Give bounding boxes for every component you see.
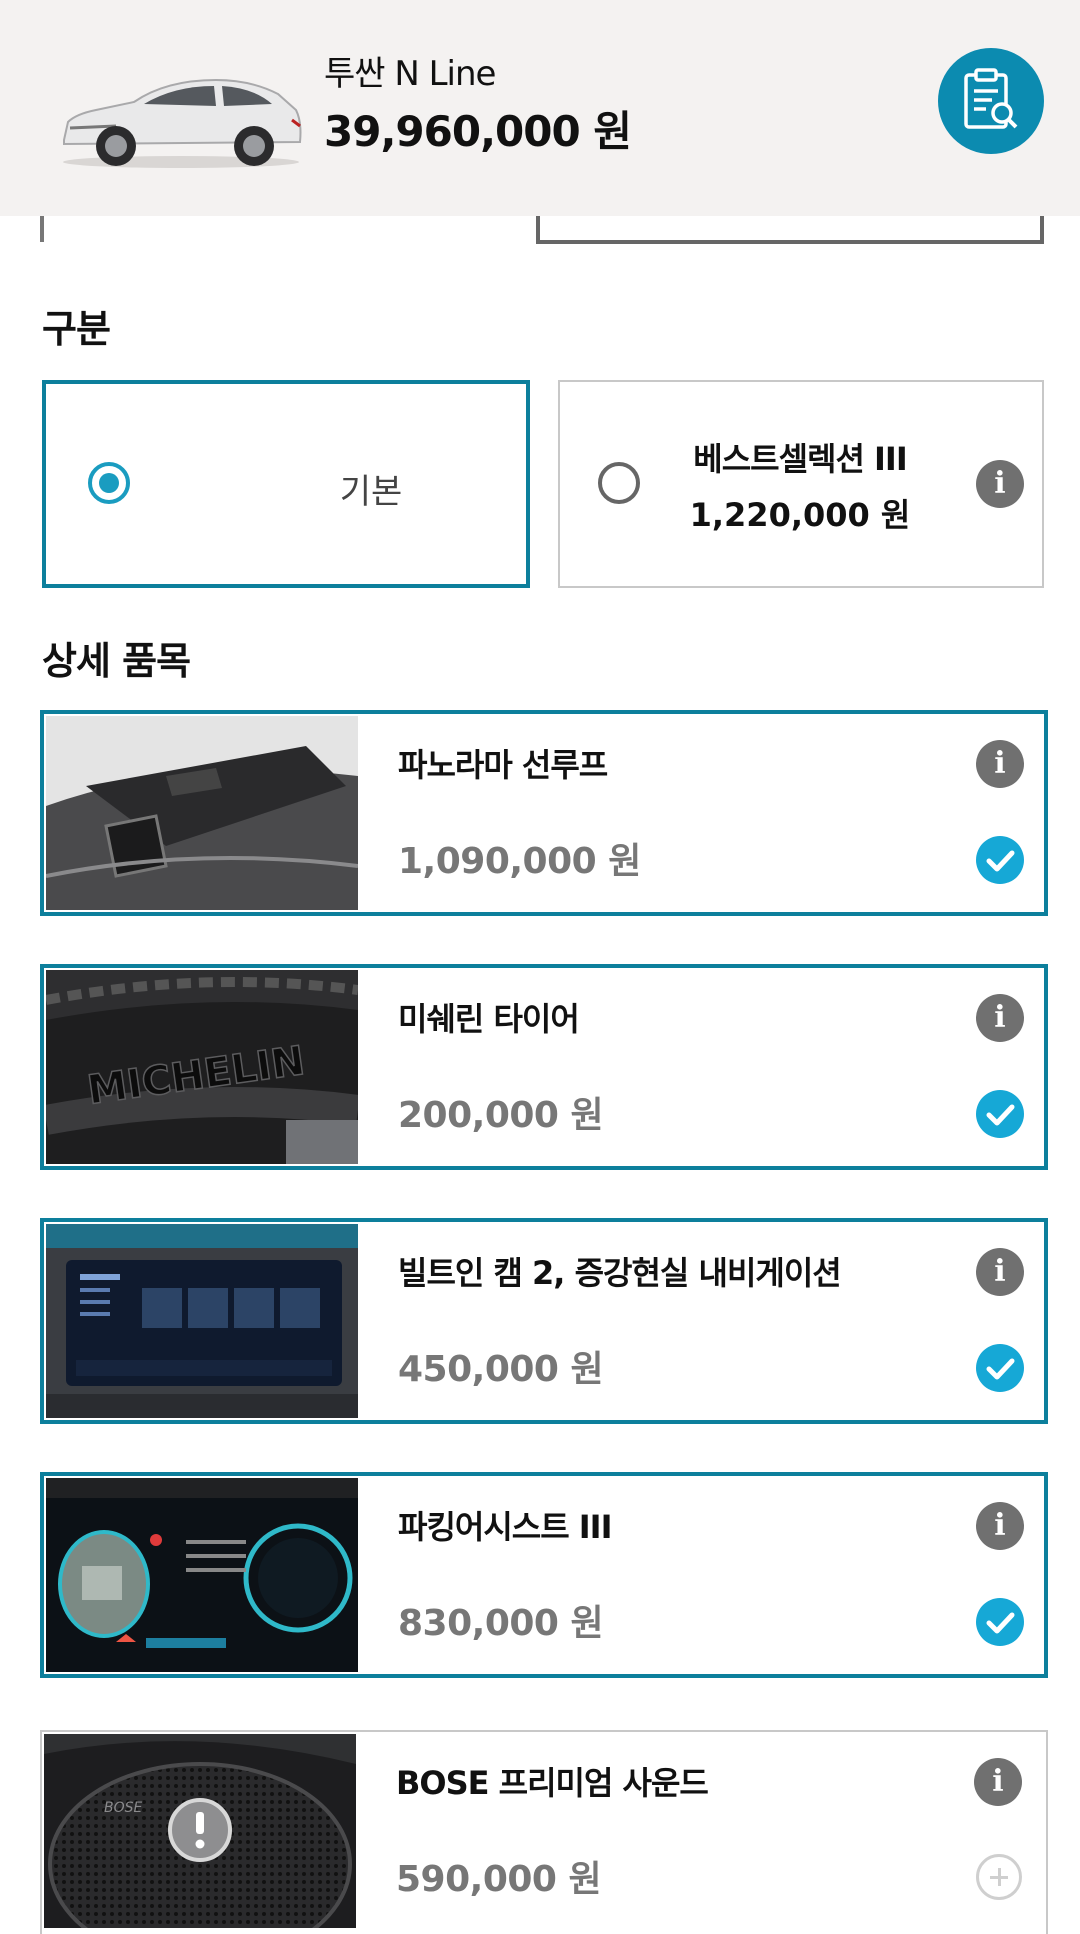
info-icon[interactable]: i bbox=[976, 994, 1024, 1042]
info-icon[interactable]: i bbox=[976, 1502, 1024, 1550]
info-icon[interactable]: i bbox=[976, 740, 1024, 788]
check-icon[interactable] bbox=[976, 1344, 1024, 1392]
clipboard-search-icon bbox=[962, 67, 1020, 135]
car-image bbox=[56, 70, 306, 170]
category-title: 구분 bbox=[42, 307, 111, 351]
estimate-summary-button[interactable] bbox=[938, 48, 1044, 154]
option-best-selection[interactable]: 베스트셀렉션 III 1,220,000 원 i bbox=[558, 380, 1044, 588]
info-icon[interactable]: i bbox=[976, 460, 1024, 508]
check-icon[interactable] bbox=[976, 836, 1024, 884]
item-name: 미쉐린 타이어 bbox=[398, 1000, 580, 1038]
radio-unselected-icon[interactable] bbox=[598, 462, 640, 504]
item-price: 590,000 원 bbox=[396, 1859, 602, 1900]
total-price: 39,960,000 원 bbox=[324, 107, 632, 156]
item-price: 450,000 원 bbox=[398, 1349, 604, 1390]
item-name: 파킹어시스트 III bbox=[398, 1508, 612, 1546]
details-title: 상세 품목 bbox=[42, 639, 191, 683]
michelin-tire-image: MICHELIN bbox=[46, 970, 358, 1164]
option-best-name: 베스트셀렉션 III bbox=[693, 440, 908, 478]
svg-text:BOSE: BOSE bbox=[104, 1800, 143, 1816]
navigation-screen-image bbox=[46, 1224, 358, 1418]
cluster-display-image bbox=[46, 1478, 358, 1672]
option-best-price: 1,220,000 원 bbox=[689, 496, 911, 534]
item-price: 1,090,000 원 bbox=[398, 841, 641, 882]
item-card-michelin-tire[interactable]: MICHELIN 미쉐린 타이어 200,000 원 i bbox=[40, 964, 1048, 1170]
item-price: 200,000 원 bbox=[398, 1095, 604, 1136]
item-card-builtin-cam-navigation[interactable]: 빌트인 캠 2, 증강현실 내비게이션 450,000 원 i bbox=[40, 1218, 1048, 1424]
item-card-bose-sound[interactable]: BOSE BOSE 프리미엄 사운드 590,000 원 i bbox=[40, 1730, 1048, 1934]
tab-divider bbox=[40, 216, 44, 242]
info-icon[interactable]: i bbox=[974, 1758, 1022, 1806]
summary-header: 투싼 N Line 39,960,000 원 bbox=[0, 0, 1080, 216]
item-card-parking-assist[interactable]: 파킹어시스트 III 830,000 원 i bbox=[40, 1472, 1048, 1678]
add-plus-icon[interactable] bbox=[976, 1854, 1022, 1900]
check-icon[interactable] bbox=[976, 1090, 1024, 1138]
item-name: 파노라마 선루프 bbox=[398, 746, 608, 784]
item-name: 빌트인 캠 2, 증강현실 내비게이션 bbox=[398, 1254, 842, 1292]
item-card-panorama-sunroof[interactable]: 파노라마 선루프 1,090,000 원 i bbox=[40, 710, 1048, 916]
panorama-sunroof-image bbox=[46, 716, 358, 910]
option-basic-label: 기본 bbox=[339, 472, 403, 512]
item-name: BOSE 프리미엄 사운드 bbox=[396, 1764, 709, 1802]
tab-outline[interactable] bbox=[536, 216, 1044, 244]
check-icon[interactable] bbox=[976, 1598, 1024, 1646]
info-icon[interactable]: i bbox=[976, 1248, 1024, 1296]
bose-speaker-image: BOSE bbox=[44, 1734, 356, 1928]
item-price: 830,000 원 bbox=[398, 1603, 604, 1644]
model-name: 투싼 N Line bbox=[324, 54, 496, 94]
option-basic[interactable]: 기본 bbox=[42, 380, 530, 588]
